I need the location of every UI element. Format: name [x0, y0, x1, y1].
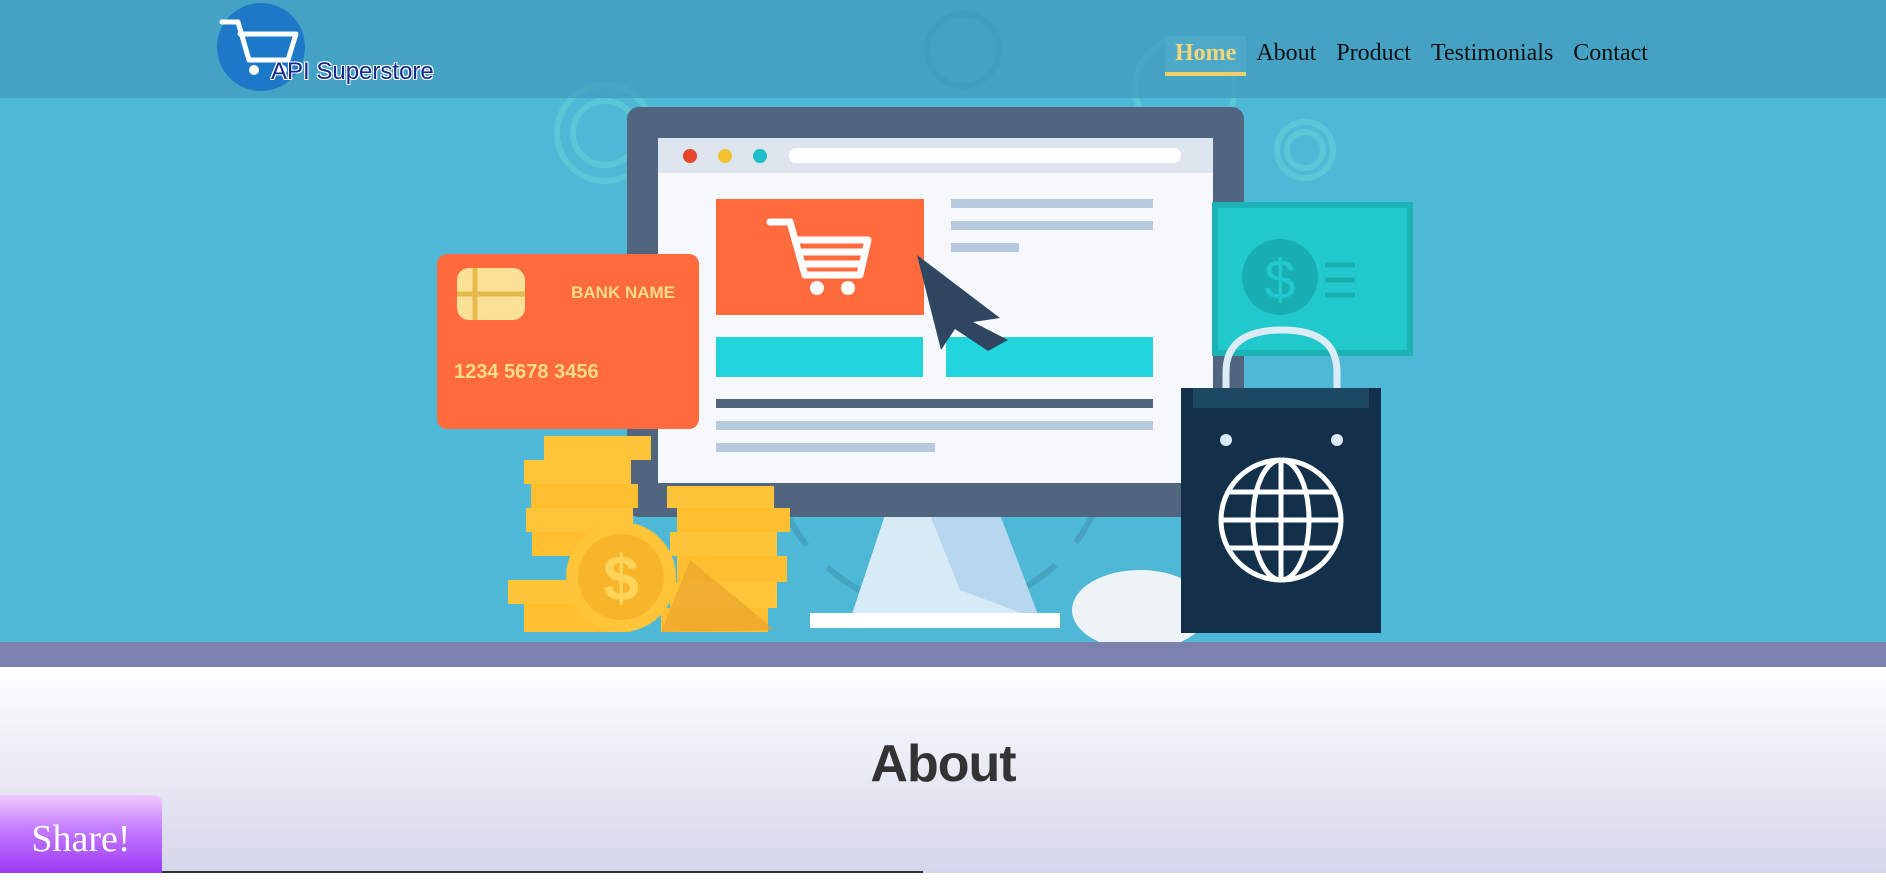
- credit-card-icon: BANK NAME 1234 5678 3456: [437, 254, 699, 429]
- card-number: 1234 5678 3456: [454, 361, 599, 383]
- coin-icon: $: [566, 522, 676, 632]
- nav-about[interactable]: About: [1246, 36, 1326, 76]
- top-navbar: API Superstore Home About Product Testim…: [0, 0, 1886, 98]
- share-button[interactable]: Share!: [0, 795, 162, 873]
- hero-divider-band: [0, 642, 1886, 667]
- about-section: About: [0, 667, 1886, 873]
- main-nav: Home About Product Testimonials Contact: [1165, 36, 1658, 76]
- coin-dollar: $: [603, 542, 639, 614]
- monitor-base: [810, 613, 1060, 628]
- globe-icon: [1218, 457, 1344, 583]
- card-bank-name: BANK NAME: [571, 283, 675, 302]
- banknote-icon: $: [1212, 202, 1413, 356]
- banknote-dollar: $: [1264, 248, 1295, 311]
- nav-home[interactable]: Home: [1165, 36, 1247, 76]
- brand-name[interactable]: API Superstore: [271, 58, 434, 86]
- nav-product[interactable]: Product: [1326, 36, 1421, 76]
- nav-contact[interactable]: Contact: [1563, 36, 1658, 76]
- about-title: About: [870, 735, 1016, 793]
- nav-testimonials[interactable]: Testimonials: [1421, 36, 1563, 76]
